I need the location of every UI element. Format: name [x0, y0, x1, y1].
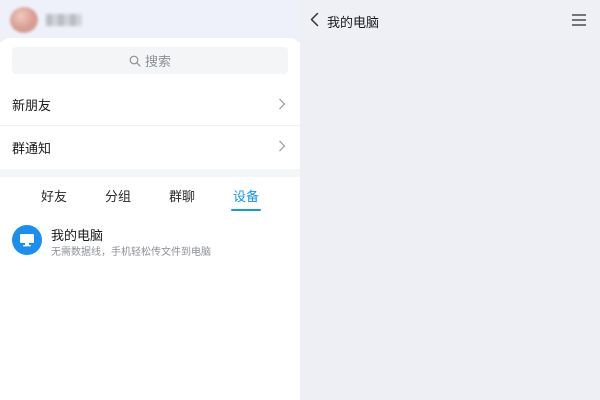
hamburger-menu-icon[interactable]: [572, 14, 586, 26]
chat-panel: 我的电脑: [300, 0, 600, 400]
search-input[interactable]: 搜索: [12, 47, 288, 74]
nickname-blurred[interactable]: [46, 14, 82, 26]
monitor-icon: [20, 234, 34, 247]
device-subtitle: 无需数据线，手机轻松传文件到电脑: [51, 247, 211, 258]
chat-title: 我的电脑: [327, 16, 380, 31]
contact-tabs: 好友 分组 群聊 设备: [0, 177, 300, 213]
group-notifications-label: 群通知: [12, 141, 52, 157]
device-title: 我的电脑: [51, 229, 104, 244]
tab-devices[interactable]: 设备: [227, 182, 265, 211]
search-icon: [129, 55, 141, 67]
new-friends-label: 新朋友: [12, 99, 52, 114]
group-notifications-row[interactable]: 群通知: [0, 126, 300, 168]
chevron-right-icon: [279, 140, 286, 152]
tab-friends[interactable]: 好友: [35, 182, 73, 209]
tab-group-chats[interactable]: 群聊: [163, 182, 201, 209]
chat-header: 我的电脑: [300, 0, 600, 40]
avatar[interactable]: [10, 7, 38, 33]
chevron-right-icon: [279, 98, 286, 110]
tab-groups-category[interactable]: 分组: [99, 182, 137, 209]
contacts-panel: 搜索 新朋友 群通知 好友 分组 群聊 设备 我的电脑 无需数据线，手机轻松传文…: [0, 0, 300, 400]
device-icon-badge: [12, 225, 42, 255]
section-divider: [0, 169, 300, 177]
search-placeholder: 搜索: [144, 55, 171, 70]
my-computer-item[interactable]: 我的电脑 无需数据线，手机轻松传文件到电脑: [0, 218, 300, 266]
new-friends-row[interactable]: 新朋友: [0, 84, 300, 126]
contacts-sheet: 搜索 新朋友 群通知 好友 分组 群聊 设备 我的电脑 无需数据线，手机轻松传文…: [0, 38, 300, 400]
chevron-left-icon[interactable]: [310, 12, 319, 27]
profile-header: [0, 0, 300, 42]
